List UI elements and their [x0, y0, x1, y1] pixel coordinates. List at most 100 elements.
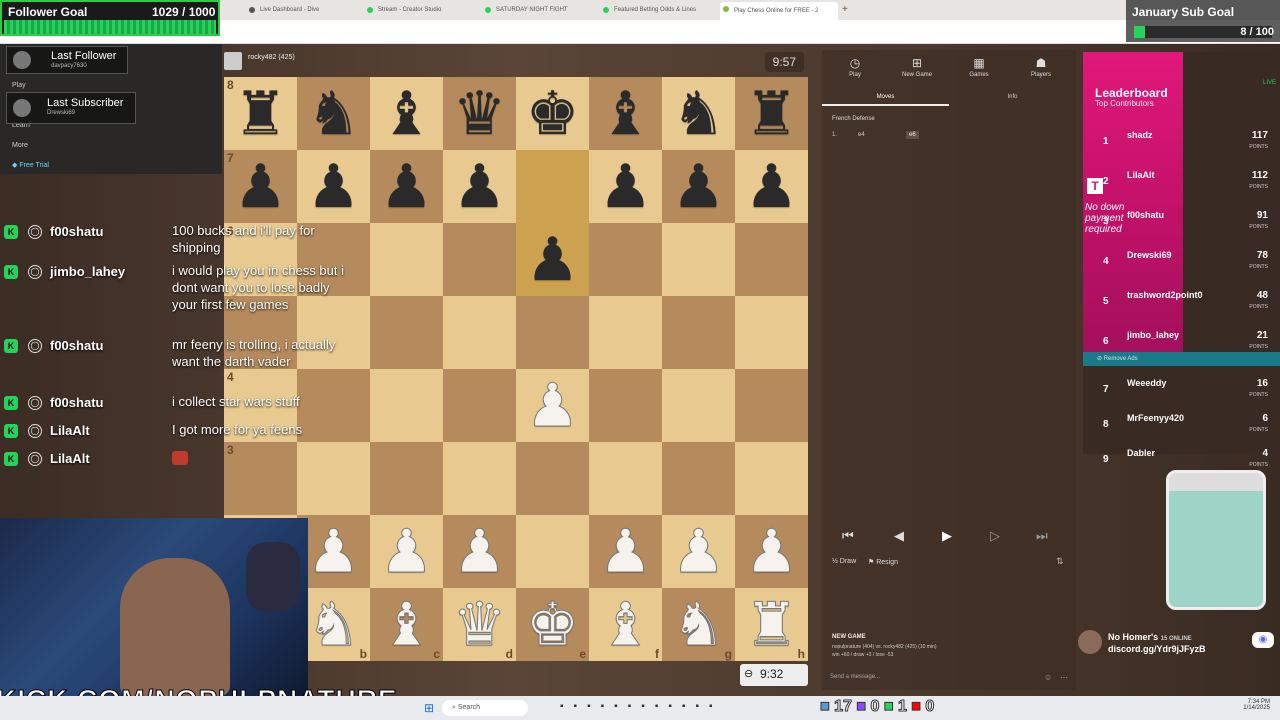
board-square[interactable]: ♟: [443, 150, 516, 223]
black-pawn-icon[interactable]: ♟: [672, 157, 726, 217]
previous-move-button[interactable]: ◀: [894, 528, 904, 544]
flip-board-icon[interactable]: ⇅: [1056, 556, 1064, 567]
black-king-icon[interactable]: ♚: [526, 84, 580, 144]
chat-username[interactable]: LilaAlt: [50, 423, 90, 438]
white-move[interactable]: e4: [858, 132, 865, 138]
browser-tab-active[interactable]: Play Chess Online for FREE - 2: [720, 2, 838, 20]
white-knight-icon[interactable]: ♞: [671, 594, 726, 655]
board-square[interactable]: ♜ 8: [224, 77, 297, 150]
board-square[interactable]: [370, 369, 443, 442]
black-pawn-icon[interactable]: ♟: [526, 230, 580, 290]
board-square[interactable]: [297, 442, 370, 515]
browser-tab[interactable]: Featured Betting Odds & Lines: [600, 3, 712, 17]
board-square[interactable]: [516, 515, 589, 588]
tab-players[interactable]: ☗ Players: [1010, 56, 1072, 78]
board-square[interactable]: ♚: [516, 77, 589, 150]
nav-play[interactable]: Play: [12, 82, 26, 89]
first-move-button[interactable]: ⏮: [842, 528, 854, 544]
chat-username[interactable]: f00shatu: [50, 338, 103, 353]
message-input[interactable]: Send a message...: [828, 674, 1048, 686]
white-pawn-icon[interactable]: ♟: [598, 521, 653, 582]
board-square[interactable]: [370, 223, 443, 296]
black-pawn-icon[interactable]: ♟: [234, 157, 288, 217]
board-square[interactable]: [516, 296, 589, 369]
white-pawn-icon[interactable]: ♟: [525, 375, 580, 436]
black-move[interactable]: e6: [906, 131, 919, 139]
tab-info[interactable]: Info: [949, 90, 1076, 106]
white-king-icon[interactable]: ♚: [525, 594, 580, 655]
board-square[interactable]: [589, 296, 662, 369]
white-bishop-icon[interactable]: ♝: [598, 594, 653, 655]
board-square[interactable]: [443, 296, 516, 369]
browser-tab[interactable]: Stream - Creator Studio: [364, 3, 476, 17]
board-square[interactable]: ♟: [516, 223, 589, 296]
board-square[interactable]: ♞: [297, 77, 370, 150]
board-square[interactable]: [589, 442, 662, 515]
black-queen-icon[interactable]: ♛: [453, 84, 507, 144]
board-square[interactable]: ♟: [589, 515, 662, 588]
black-pawn-icon[interactable]: ♟: [599, 157, 653, 217]
chat-username[interactable]: jimbo_lahey: [50, 264, 125, 279]
black-pawn-icon[interactable]: ♟: [453, 157, 507, 217]
board-square[interactable]: ♚ e: [516, 588, 589, 661]
white-queen-icon[interactable]: ♛: [452, 594, 507, 655]
play-button[interactable]: ▶: [942, 528, 952, 544]
black-pawn-icon[interactable]: ♟: [380, 157, 434, 217]
nav-free-trial[interactable]: ◆ Free Trial: [12, 161, 49, 169]
board-square[interactable]: ♝ f: [589, 588, 662, 661]
windows-start-icon[interactable]: ⊞: [424, 701, 434, 715]
white-pawn-icon[interactable]: ♟: [671, 521, 726, 582]
white-pawn-icon[interactable]: ♟: [306, 521, 361, 582]
board-square[interactable]: [370, 296, 443, 369]
board-square[interactable]: [735, 223, 808, 296]
black-pawn-icon[interactable]: ♟: [307, 157, 361, 217]
board-square[interactable]: ♛ d: [443, 588, 516, 661]
browser-tab[interactable]: Live Dashboard - Dive: [246, 3, 358, 17]
remove-ads-link[interactable]: ⊘ Remove Ads: [1083, 352, 1280, 366]
taskbar-apps[interactable]: ▪▪▪▪▪▪▪▪▪▪▪▪: [560, 701, 723, 712]
black-knight-icon[interactable]: ♞: [307, 84, 361, 144]
tab-play[interactable]: ◷ Play: [824, 56, 886, 78]
black-knight-icon[interactable]: ♞: [672, 84, 726, 144]
board-square[interactable]: ♟: [735, 515, 808, 588]
emoji-icon[interactable]: ☺: [1044, 673, 1052, 682]
tab-new-game[interactable]: ⊞ New Game: [886, 56, 948, 78]
black-rook-icon[interactable]: ♜: [234, 84, 288, 144]
board-square[interactable]: ♟: [370, 150, 443, 223]
board-square[interactable]: [735, 296, 808, 369]
board-square[interactable]: ♟: [589, 150, 662, 223]
white-knight-icon[interactable]: ♞: [306, 594, 361, 655]
board-square[interactable]: ♝ c: [370, 588, 443, 661]
next-move-button[interactable]: ▷: [990, 528, 1000, 544]
board-square[interactable]: [662, 223, 735, 296]
board-square[interactable]: ♟: [735, 150, 808, 223]
board-square[interactable]: [443, 442, 516, 515]
black-bishop-icon[interactable]: ♝: [599, 84, 653, 144]
browser-tab[interactable]: SATURDAY NIGHT FIGHT: [482, 3, 594, 17]
board-square[interactable]: ♛: [443, 77, 516, 150]
board-square[interactable]: ♝: [370, 77, 443, 150]
board-square[interactable]: ♟ 7: [224, 150, 297, 223]
black-rook-icon[interactable]: ♜: [745, 84, 799, 144]
board-square[interactable]: [662, 296, 735, 369]
new-tab-button[interactable]: +: [842, 3, 856, 17]
more-icon[interactable]: ⋯: [1060, 673, 1068, 682]
board-square[interactable]: [370, 442, 443, 515]
board-square[interactable]: 3: [224, 442, 297, 515]
white-pawn-icon[interactable]: ♟: [452, 521, 507, 582]
board-square[interactable]: [735, 369, 808, 442]
draw-button[interactable]: ½ Draw: [832, 558, 856, 565]
white-bishop-icon[interactable]: ♝: [379, 594, 434, 655]
taskbar-search[interactable]: ⌕ Search: [442, 700, 528, 716]
board-square[interactable]: [735, 442, 808, 515]
board-square[interactable]: ♞: [662, 77, 735, 150]
white-pawn-icon[interactable]: ♟: [379, 521, 434, 582]
board-square[interactable]: ♜: [735, 77, 808, 150]
chat-username[interactable]: f00shatu: [50, 395, 103, 410]
board-square[interactable]: ♟: [516, 369, 589, 442]
nav-more[interactable]: More: [12, 142, 28, 149]
board-square[interactable]: [516, 442, 589, 515]
board-square[interactable]: [589, 223, 662, 296]
tab-moves[interactable]: Moves: [822, 90, 949, 106]
white-rook-icon[interactable]: ♜: [744, 594, 799, 655]
